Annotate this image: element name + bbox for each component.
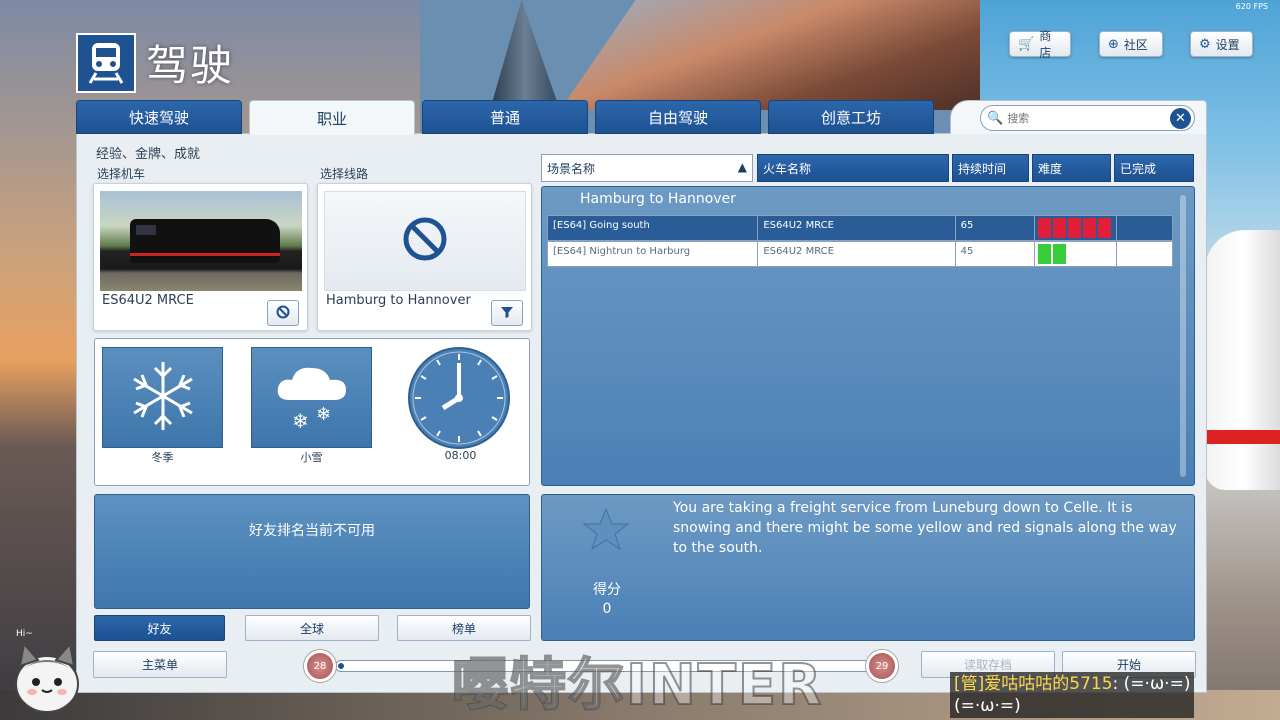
difficulty-bar: [1035, 216, 1118, 240]
chat-message-continued: (=·ω·=): [954, 696, 1021, 716]
difficulty-segment: [1083, 218, 1097, 238]
difficulty-bar: [1035, 242, 1118, 266]
svg-text:❄: ❄: [316, 404, 331, 425]
table-row[interactable]: [ES64] Nightrun to Harburg ES64U2 MRCE 4…: [547, 241, 1173, 267]
route-label: 选择线路: [320, 167, 369, 181]
section-title: 经验、金牌、成就: [96, 147, 201, 162]
friends-button[interactable]: 好友: [94, 615, 225, 641]
chevron-up-icon: ▲: [737, 160, 747, 174]
search-input[interactable]: [1007, 111, 1168, 125]
svg-text:❄: ❄: [292, 409, 309, 433]
star-icon: [582, 507, 630, 555]
time-tile[interactable]: [405, 345, 515, 451]
no-route-icon: [402, 216, 448, 266]
mode-tabs: 快速驾驶 职业 普通 自由驾驶 创意工坊: [76, 100, 941, 135]
filter-icon: [500, 304, 514, 323]
settings-button[interactable]: ⚙ 设置: [1190, 31, 1253, 57]
clear-loco-button[interactable]: [267, 300, 299, 326]
score-label: 得分: [593, 582, 621, 598]
difficulty-segment: [1038, 218, 1052, 238]
page-title: 驾驶: [146, 41, 235, 90]
snow-cloud-icon: ❄ ❄: [272, 358, 352, 438]
difficulty-segment: [1098, 244, 1111, 264]
scenario-description: You are taking a freight service from Lu…: [673, 500, 1177, 556]
store-button[interactable]: 🛒 商店: [1009, 29, 1071, 60]
scenario-name: [ES64] Nightrun to Harburg: [548, 242, 759, 266]
chat-overlay: [管]爱咕咕咕的5715: (=·ω·=) (=·ω·=): [950, 672, 1195, 718]
globe-icon: ⊕: [1108, 36, 1119, 52]
column-difficulty[interactable]: 难度: [1032, 154, 1111, 182]
season-tile[interactable]: [102, 347, 223, 448]
list-scrollbar[interactable]: [1180, 195, 1186, 477]
loco-card[interactable]: ES64U2 MRCE: [93, 183, 308, 331]
column-scenario[interactable]: 场景名称 ▲: [541, 154, 753, 182]
leaderboard-button[interactable]: 榜单: [397, 615, 531, 641]
snowflake-icon: [128, 358, 198, 438]
fps-counter: 620 FPS: [1235, 2, 1268, 11]
score-value: 0: [602, 601, 612, 617]
slider-right-knob[interactable]: 29: [866, 650, 898, 682]
clear-search-icon[interactable]: ✕: [1170, 108, 1191, 129]
tab-free-roam[interactable]: 自由驾驶: [595, 100, 761, 134]
community-button[interactable]: ⊕ 社区: [1099, 31, 1163, 57]
scenario-name: [ES64] Going south: [548, 216, 759, 240]
route-name: Hamburg to Hannover: [326, 293, 471, 308]
loco-label: 选择机车: [97, 167, 146, 181]
loco-name: ES64U2 MRCE: [102, 293, 194, 308]
friends-leaderboard-panel: 好友排名当前不可用: [94, 494, 530, 609]
route-group-title: Hamburg to Hannover: [580, 191, 736, 207]
column-scenario-label: 场景名称: [547, 161, 596, 176]
loco-image: [100, 191, 302, 291]
difficulty-segment: [1068, 244, 1081, 264]
table-row[interactable]: [ES64] Going south ES64U2 MRCE 65: [547, 215, 1173, 241]
community-button-label: 社区: [1123, 37, 1148, 52]
progress-fill: [338, 663, 344, 669]
difficulty-segment: [1083, 244, 1096, 264]
duration: 65: [956, 216, 1036, 240]
global-button[interactable]: 全球: [245, 615, 379, 641]
route-image: [324, 191, 526, 291]
train-name: ES64U2 MRCE: [758, 242, 956, 266]
weather-label: 小雪: [300, 451, 323, 464]
tab-workshop[interactable]: 创意工坊: [768, 100, 934, 134]
column-duration[interactable]: 持续时间: [952, 154, 1029, 182]
stream-watermark: 嘤特尔INTER: [451, 652, 824, 719]
gear-icon: ⚙: [1199, 36, 1211, 52]
time-label: 08:00: [444, 449, 477, 462]
duration: 45: [956, 242, 1036, 266]
column-train[interactable]: 火车名称: [757, 154, 949, 182]
weather-tile[interactable]: ❄ ❄: [251, 347, 372, 448]
route-filter-button[interactable]: [491, 300, 523, 326]
difficulty-segment: [1038, 244, 1052, 264]
difficulty-segment: [1053, 244, 1067, 264]
chat-username: [管]爱咕咕咕的5715: [954, 674, 1113, 694]
mascot-text: Hi~: [16, 629, 33, 639]
season-label: 冬季: [151, 451, 174, 464]
search-box: 🔍 ✕: [980, 105, 1195, 131]
tab-standard[interactable]: 普通: [422, 100, 588, 134]
chat-message: : (=·ω·=): [1112, 674, 1191, 694]
difficulty-segment: [1068, 218, 1082, 238]
friends-unavailable-text: 好友排名当前不可用: [249, 523, 375, 539]
main-menu-button[interactable]: 主菜单: [93, 651, 227, 678]
completed: [1117, 216, 1172, 240]
difficulty-segment: [1053, 218, 1067, 238]
cart-icon: 🛒: [1018, 36, 1035, 52]
tab-quick-drive[interactable]: 快速驾驶: [76, 100, 242, 134]
page-header: 驾驶: [76, 32, 234, 93]
no-entry-icon: [276, 304, 290, 323]
mascot-avatar: Hi~: [12, 626, 82, 716]
store-button-label: 商店: [1039, 29, 1052, 60]
difficulty-segment: [1098, 218, 1112, 238]
settings-button-label: 设置: [1215, 37, 1240, 52]
slider-left-knob[interactable]: 28: [304, 650, 336, 682]
train-icon: [76, 32, 136, 93]
train-name: ES64U2 MRCE: [758, 216, 956, 240]
tab-career[interactable]: 职业: [249, 100, 415, 135]
route-card[interactable]: Hamburg to Hannover: [317, 183, 532, 331]
search-icon: 🔍: [987, 110, 1004, 126]
completed: [1117, 242, 1172, 266]
column-completed[interactable]: 已完成: [1114, 154, 1194, 182]
